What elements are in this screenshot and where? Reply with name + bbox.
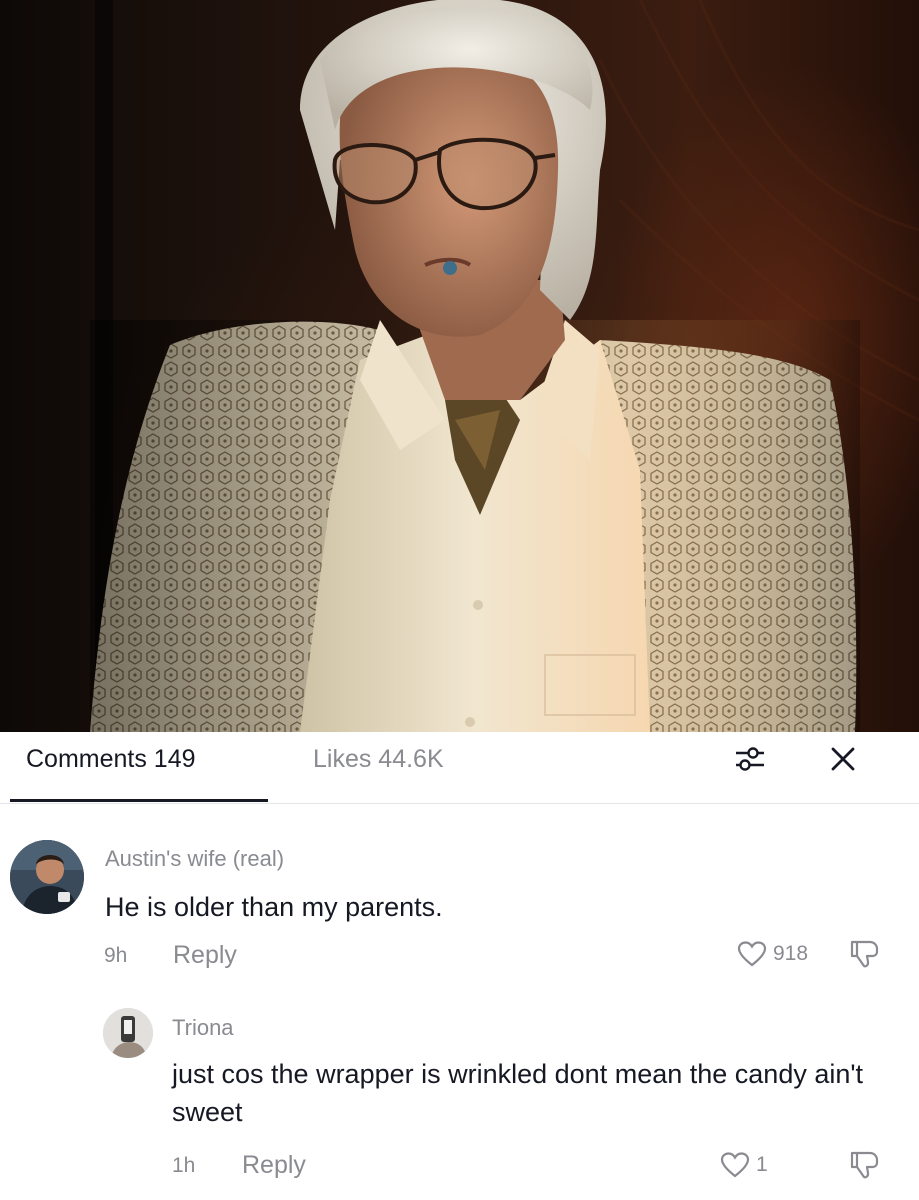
dislike-icon[interactable] [848,1149,882,1186]
close-icon[interactable] [826,742,860,776]
like-count: 918 [773,942,809,965]
comments-tabs: Comments 149 Likes 44.6K [0,732,919,804]
video-frame[interactable] [0,0,919,732]
comments-panel: Comments 149 Likes 44.6K Austin's wife (… [0,732,919,1200]
comment-text: He is older than my parents. [105,892,443,922]
tabs-divider [0,803,919,804]
comment-item: Austin's wife (real) He is older than my… [0,832,919,992]
avatar[interactable] [103,1008,153,1058]
tab-likes[interactable]: Likes 44.6K [313,744,444,774]
reply-text: just cos the wrapper is wrinkled dont me… [172,1059,864,1127]
dislike-icon[interactable] [848,938,882,975]
sliders-icon[interactable] [733,742,767,776]
reply-time: 1h [172,1154,196,1177]
tab-comments[interactable]: Comments 149 [26,744,196,774]
like-count: 1 [756,1153,768,1176]
like-button[interactable]: 1 [720,1151,768,1179]
reply-button[interactable]: Reply [173,941,237,970]
like-button[interactable]: 918 [737,940,808,968]
avatar[interactable] [10,840,84,914]
heart-icon [737,941,767,967]
reply-item: Triona just cos the wrapper is wrinkled … [0,1004,919,1184]
reply-username[interactable]: Triona [172,1015,234,1041]
comment-username[interactable]: Austin's wife (real) [105,846,284,872]
comment-time: 9h [104,944,128,967]
video-scene [90,0,919,732]
reply-button[interactable]: Reply [242,1151,306,1180]
heart-icon [720,1152,750,1178]
active-tab-indicator [10,799,268,802]
